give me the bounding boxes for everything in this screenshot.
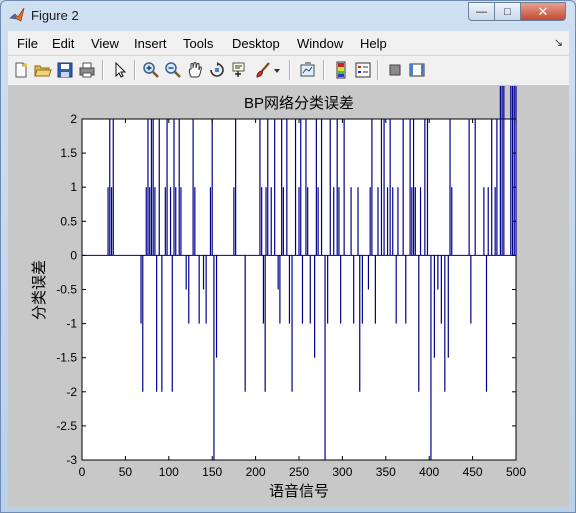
y-tick-label: 1.5 [60,146,77,160]
new-figure-icon[interactable] [12,61,30,79]
axes-box [81,118,517,461]
y-tick-label: 1 [70,180,77,194]
zoom-out-icon[interactable] [164,61,182,79]
link-plot-icon[interactable] [299,61,317,79]
close-button[interactable]: ✕ [520,2,566,21]
x-axis-label: 语音信号 [269,483,329,500]
x-tick-label: 400 [419,465,439,479]
y-tick-label: 2 [70,112,77,126]
y-axis-label: 分类误差 [31,260,48,320]
chart-title: BP网络分类误差 [244,95,354,112]
x-tick-label: 200 [246,465,266,479]
y-tick-label: -2.5 [56,419,77,433]
y-tick-label: -3 [66,453,77,467]
matlab-logo-icon [9,7,25,22]
y-tick-label: -1.5 [56,351,77,365]
toolbar-separator [289,60,291,80]
open-file-icon[interactable] [34,61,52,79]
x-tick-label: 0 [79,465,86,479]
y-tick-label: 0 [70,248,77,262]
toolbar-separator [102,60,104,80]
show-plot-tools-icon[interactable] [408,61,426,79]
toolbar-separator [134,60,136,80]
maximize-icon: □ [504,5,511,18]
x-tick-label: 150 [202,465,222,479]
menu-tools[interactable]: Tools [183,36,213,51]
figure-canvas: 0 50 100 150 200 250 300 350 400 450 500 -3 -2.5 -2 -1… [8,86,569,507]
legend-icon[interactable] [354,61,372,79]
x-tick-label: 50 [119,465,133,479]
brush-icon[interactable] [254,61,272,79]
x-tick-label: 300 [332,465,352,479]
pointer-icon[interactable] [111,61,129,79]
x-tick-label: 250 [289,465,309,479]
minimize-button[interactable]: — [468,2,495,21]
error-chart[interactable]: 0 50 100 150 200 250 300 350 400 450 500 -3 -2.5 -2 -1… [8,86,569,507]
hide-plot-tools-icon[interactable] [386,61,404,79]
minimize-icon: — [476,5,487,18]
menu-bar: File Edit View Insert Tools Desktop Wind… [8,31,569,56]
y-tick-label: -0.5 [56,283,77,297]
toolbar-separator [323,60,325,80]
print-icon[interactable] [78,61,96,79]
y-tick-label: -2 [66,385,77,399]
title-bar[interactable]: Figure 2 — □ ✕ [1,1,575,29]
y-tick-label: 0.5 [60,214,77,228]
rotate-3d-icon[interactable] [208,61,226,79]
data-cursor-icon[interactable] [230,61,248,79]
window-title: Figure 2 [31,8,79,23]
x-tick-label: 500 [506,465,526,479]
menu-view[interactable]: View [91,36,119,51]
brush-dropdown-icon[interactable] [272,61,282,79]
menu-desktop[interactable]: Desktop [232,36,280,51]
zoom-in-icon[interactable] [142,61,160,79]
menu-edit[interactable]: Edit [52,36,74,51]
figure-window: Figure 2 — □ ✕ File Edit View Insert Too… [0,0,576,513]
pan-icon[interactable] [186,61,204,79]
menu-help[interactable]: Help [360,36,387,51]
close-icon: ✕ [537,3,549,19]
colorbar-icon[interactable] [332,61,350,79]
x-tick-label: 450 [463,465,483,479]
figure-toolbar [8,56,569,86]
toolbar-separator [377,60,379,80]
save-icon[interactable] [56,61,74,79]
y-tick-label: -1 [66,317,77,331]
menu-dock-arrow-icon[interactable]: ↘ [554,36,563,49]
menu-window[interactable]: Window [297,36,343,51]
menu-file[interactable]: File [17,36,38,51]
maximize-button[interactable]: □ [494,2,521,21]
x-tick-label: 100 [159,465,179,479]
menu-insert[interactable]: Insert [134,36,167,51]
x-tick-label: 350 [376,465,396,479]
